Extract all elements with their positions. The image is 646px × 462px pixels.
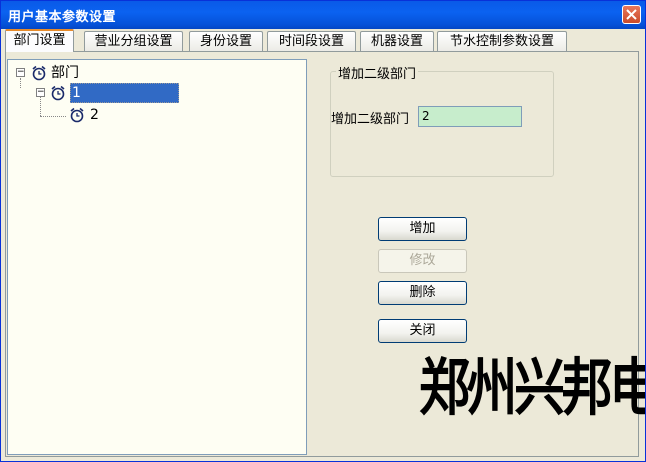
alarm-clock-icon (70, 107, 84, 123)
close-window-button[interactable] (622, 5, 641, 24)
tree-node-label: 2 (90, 107, 99, 123)
sub-department-input[interactable]: 2 (418, 106, 522, 127)
tab-time-period[interactable]: 时间段设置 (267, 31, 356, 51)
collapse-icon[interactable]: − (36, 88, 45, 97)
title-bar[interactable]: 用户基本参数设置 (1, 1, 645, 29)
tab-department[interactable]: 部门设置 (5, 29, 74, 52)
tree-node-2[interactable]: 2 (8, 106, 298, 124)
tree-node-label: 1 (70, 83, 179, 103)
collapse-icon[interactable]: − (16, 68, 25, 77)
sub-department-label: 增加二级部门 (331, 112, 410, 127)
alarm-clock-icon (32, 65, 46, 81)
edit-button[interactable]: 修改 (378, 249, 467, 273)
app-window: 用户基本参数设置 部门设置 营业分组设置 身份设置 时间段设置 机器设置 节水控… (0, 0, 646, 462)
tab-machine[interactable]: 机器设置 (360, 31, 434, 51)
tab-water-control[interactable]: 节水控制参数设置 (437, 31, 567, 51)
close-icon (626, 9, 637, 20)
close-button[interactable]: 关闭 (378, 319, 467, 343)
tab-identity[interactable]: 身份设置 (189, 31, 263, 51)
add-button[interactable]: 增加 (378, 217, 467, 241)
delete-button[interactable]: 删除 (378, 281, 467, 305)
tree-node-label: 部门 (51, 65, 79, 81)
tab-strip: 部门设置 营业分组设置 身份设置 时间段设置 机器设置 节水控制参数设置 (5, 29, 645, 52)
tab-business-group[interactable]: 营业分组设置 (84, 31, 183, 51)
window-title: 用户基本参数设置 (8, 10, 117, 25)
department-tree[interactable]: − 部门 − 1 2 (7, 59, 307, 455)
company-watermark: 郑州兴邦电子 (419, 351, 645, 424)
tree-node-1[interactable]: − 1 (8, 83, 298, 103)
group-legend: 增加二级部门 (336, 63, 419, 82)
tree-node-root[interactable]: − 部门 (8, 64, 298, 82)
alarm-clock-icon (51, 85, 65, 101)
